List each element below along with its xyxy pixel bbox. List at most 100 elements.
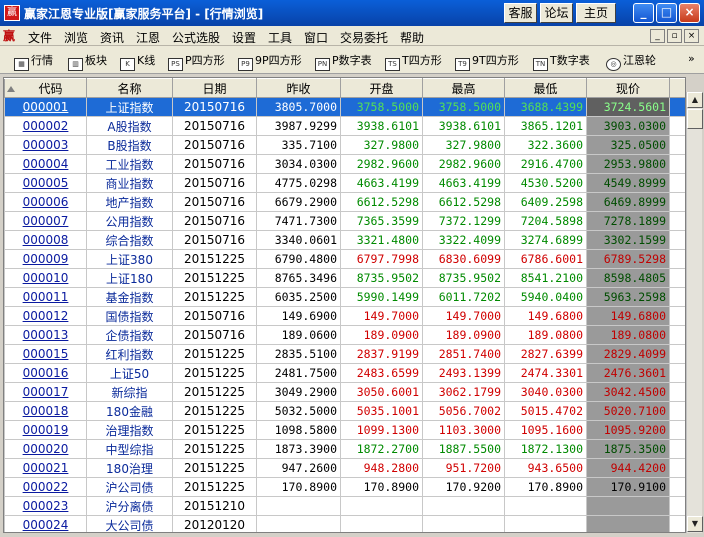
table-row[interactable]: 000013 企债指数 20150716 189.0600 189.0900 189.09… (4, 325, 685, 345)
col-header-high[interactable]: 最高 (422, 78, 505, 98)
stock-code-link[interactable]: 000018 (4, 401, 87, 421)
menu-news[interactable]: 资讯 (100, 29, 124, 46)
stock-code-link[interactable]: 000009 (4, 249, 87, 269)
tool-kline-button[interactable]: K K线 (120, 52, 155, 71)
table-row[interactable]: 000008 综合指数 20150716 3340.0601 3321.4800 3322… (4, 230, 685, 250)
scroll-up-icon[interactable]: ▲ (687, 92, 703, 108)
stock-code-link[interactable]: 000004 (4, 154, 87, 174)
scroll-thumb[interactable] (687, 109, 703, 129)
stock-code-link[interactable]: 000002 (4, 116, 87, 136)
mdi-minimize-icon[interactable]: _ (650, 29, 665, 43)
tool-t-square-button[interactable]: TS T四方形 (385, 52, 442, 71)
menu-gann[interactable]: 江恩 (136, 29, 160, 46)
row-spacer (669, 154, 685, 174)
table-row[interactable]: 000012 国债指数 20150716 149.6900 149.7000 149.70… (4, 306, 685, 326)
table-row[interactable]: 000019 治理指数 20151225 1098.5800 1099.1300 1103… (4, 420, 685, 440)
sector-icon: ▥ (68, 58, 83, 71)
table-row[interactable]: 000018 180金融 20151225 5032.5000 5035.1001 505… (4, 401, 685, 421)
table-row[interactable]: 000002 A股指数 20150716 3987.9299 3938.6101 3938… (4, 116, 685, 136)
tool-p-square-button[interactable]: PS P四方形 (168, 52, 225, 71)
stock-code-link[interactable]: 000006 (4, 192, 87, 212)
stock-code-link[interactable]: 000008 (4, 230, 87, 250)
stock-code-link[interactable]: 000012 (4, 306, 87, 326)
menu-window[interactable]: 窗口 (304, 29, 328, 46)
stock-code-link[interactable]: 000016 (4, 363, 87, 383)
mdi-close-icon[interactable]: × (684, 29, 699, 43)
toolbar-more-icon[interactable]: » (688, 52, 695, 65)
quote-date: 20151225 (172, 458, 257, 478)
tool-gann-wheel-button[interactable]: ◎ 江恩轮 (606, 52, 656, 71)
tool-quotes-button[interactable]: ▦ 行情 (14, 52, 53, 71)
stock-code-link[interactable]: 000001 (4, 97, 87, 117)
table-row[interactable]: 000010 上证180 20151225 8765.3496 8735.9502 873… (4, 268, 685, 288)
stock-code-link[interactable]: 000011 (4, 287, 87, 307)
col-header-low[interactable]: 最低 (504, 78, 587, 98)
tool-9t-square-button[interactable]: T9 9T四方形 (455, 52, 519, 71)
menu-file[interactable]: 文件 (28, 29, 52, 46)
stock-code-link[interactable]: 000023 (4, 496, 87, 516)
open-value: 948.2800 (340, 458, 423, 478)
close-icon[interactable]: × (679, 3, 700, 23)
table-row[interactable]: 000003 B股指数 20150716 335.7100 327.9800 327.98… (4, 135, 685, 155)
table-row[interactable]: 000021 180治理 20151225 947.2600 948.2800 951.7… (4, 458, 685, 478)
col-header-open[interactable]: 开盘 (340, 78, 423, 98)
table-row[interactable]: 000005 商业指数 20150716 4775.0298 4663.4199 4663… (4, 173, 685, 193)
col-header-prev-close[interactable]: 昨收 (256, 78, 341, 98)
stock-code-link[interactable]: 000015 (4, 344, 87, 364)
table-row[interactable]: 000004 工业指数 20150716 3034.0300 2982.9600 2982… (4, 154, 685, 174)
maximize-icon[interactable]: □ (656, 3, 677, 23)
tool-sector-button[interactable]: ▥ 板块 (68, 52, 107, 71)
customer-service-button[interactable]: 客服 (504, 3, 537, 23)
menu-tools[interactable]: 工具 (268, 29, 292, 46)
stock-code-link[interactable]: 000024 (4, 515, 87, 532)
table-row[interactable]: 000016 上证50 20151225 2481.7500 2483.6599 2493… (4, 363, 685, 383)
table-row[interactable]: 000009 上证380 20151225 6790.4800 6797.7998 683… (4, 249, 685, 269)
stock-code-link[interactable]: 000020 (4, 439, 87, 459)
menu-trade-order[interactable]: 交易委托 (340, 29, 388, 46)
table-row[interactable]: 000001 上证指数 20150716 3805.7000 3758.5000 3758… (4, 97, 685, 117)
mdi-restore-icon[interactable]: ▫ (667, 29, 682, 43)
homepage-button[interactable]: 主页 (576, 3, 616, 23)
tool-9p-square-button[interactable]: P9 9P四方形 (238, 52, 302, 71)
stock-code-link[interactable]: 000005 (4, 173, 87, 193)
low-value: 1872.1300 (504, 439, 587, 459)
stock-code-link[interactable]: 000017 (4, 382, 87, 402)
menu-formula-picker[interactable]: 公式选股 (172, 29, 220, 46)
table-row[interactable]: 000020 中型综指 20151225 1873.3900 1872.2700 1887… (4, 439, 685, 459)
stock-code-link[interactable]: 000013 (4, 325, 87, 345)
col-header-current[interactable]: 现价 (586, 78, 670, 98)
table-row[interactable]: 000024 大公司债 20120120 (4, 515, 685, 532)
table-row[interactable]: 000022 沪公司债 20151225 170.8900 170.8900 170.92… (4, 477, 685, 497)
stock-code-link[interactable]: 000010 (4, 268, 87, 288)
scroll-down-icon[interactable]: ▼ (687, 516, 703, 532)
table-row[interactable]: 000007 公用指数 20150716 7471.7300 7365.3599 7372… (4, 211, 685, 231)
table-row[interactable]: 000017 新综指 20151225 3049.2900 3050.6001 3062.… (4, 382, 685, 402)
stock-code-link[interactable]: 000007 (4, 211, 87, 231)
stock-code-link[interactable]: 000022 (4, 477, 87, 497)
tool-p-number-table-button[interactable]: PN P数字表 (315, 52, 372, 71)
menu-logo-icon[interactable]: 赢 (3, 28, 19, 44)
vertical-scrollbar[interactable]: ▲ ▼ (686, 92, 703, 533)
forum-button[interactable]: 论坛 (540, 3, 573, 23)
menu-help[interactable]: 帮助 (400, 29, 424, 46)
col-header-date[interactable]: 日期 (172, 78, 257, 98)
col-header-code[interactable]: 代码 (4, 78, 87, 98)
stock-name: 上证180 (86, 268, 173, 288)
table-row[interactable]: 000023 沪分离债 20151210 (4, 496, 685, 516)
table-row[interactable]: 000011 基金指数 20151225 6035.2500 5990.1499 6011… (4, 287, 685, 307)
table-row[interactable]: 000015 红利指数 20151225 2835.5100 2837.9199 2851… (4, 344, 685, 364)
col-header-name[interactable]: 名称 (86, 78, 173, 98)
stock-code-link[interactable]: 000021 (4, 458, 87, 478)
app-logo-icon[interactable]: 赢 (4, 5, 20, 21)
table-row[interactable]: 000006 地产指数 20150716 6679.2900 6612.5298 6612… (4, 192, 685, 212)
stock-code-link[interactable]: 000003 (4, 135, 87, 155)
high-value: 1103.3000 (422, 420, 505, 440)
menu-browse[interactable]: 浏览 (64, 29, 88, 46)
quote-date: 20150716 (172, 135, 257, 155)
stock-code-link[interactable]: 000019 (4, 420, 87, 440)
quote-grid[interactable]: 代码 名称 日期 昨收 开盘 最高 最低 现价 000001 上证指数 201507… (3, 77, 686, 533)
menu-settings[interactable]: 设置 (232, 29, 256, 46)
tool-t-number-table-button[interactable]: TN T数字表 (533, 52, 590, 71)
stock-name: 上证50 (86, 363, 173, 383)
minimize-icon[interactable]: _ (633, 3, 654, 23)
